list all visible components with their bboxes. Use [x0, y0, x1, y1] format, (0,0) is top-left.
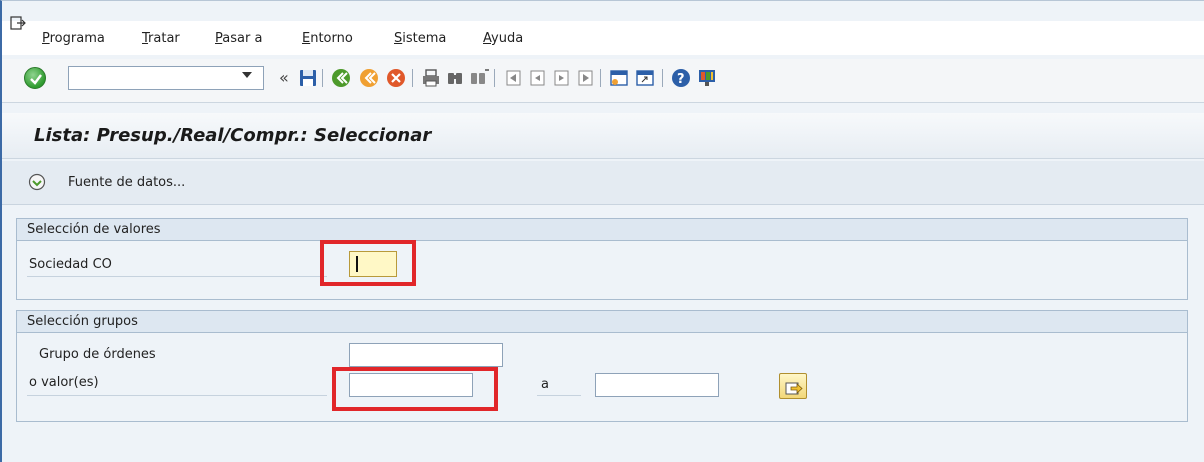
multiple-selection-icon — [785, 382, 803, 395]
svg-text:«: « — [279, 68, 289, 87]
group-seleccion-valores: Selección de valores Sociedad CO — [16, 218, 1188, 300]
toolbar-separator — [412, 69, 413, 87]
shortcut-icon[interactable] — [634, 67, 656, 89]
multiple-selection-button[interactable] — [779, 373, 807, 399]
menu-pasar-a[interactable]: Pasar a — [215, 31, 262, 46]
prev-page-icon[interactable] — [526, 67, 548, 89]
command-field[interactable] — [68, 66, 264, 90]
help-icon[interactable]: ? — [670, 67, 692, 89]
next-page-icon[interactable] — [550, 67, 572, 89]
page-title: Lista: Presup./Real/Compr.: Seleccionar — [34, 125, 432, 146]
grupo-ordenes-input[interactable] — [349, 343, 503, 367]
datasource-button[interactable]: Fuente de datos... — [68, 175, 185, 190]
cancel-icon[interactable] — [385, 67, 407, 89]
sap-window: Programa Tratar Pasar a Entorno Sistema … — [0, 0, 1204, 462]
menu-entorno[interactable]: Entorno — [302, 31, 353, 46]
toolbar-separator — [662, 69, 663, 87]
highlight-box — [320, 240, 416, 286]
find-icon[interactable] — [444, 67, 466, 89]
label-underline — [27, 276, 327, 277]
title-bar: Lista: Presup./Real/Compr.: Seleccionar — [2, 113, 1204, 159]
toolbar-separator — [600, 69, 601, 87]
highlight-box — [332, 367, 498, 411]
back-icon[interactable] — [330, 67, 352, 89]
exit-icon[interactable] — [358, 67, 380, 89]
menu-bar: Programa Tratar Pasar a Entorno Sistema … — [2, 16, 1204, 55]
label-underline — [27, 395, 327, 396]
print-icon[interactable] — [420, 67, 442, 89]
valor-to-input[interactable] — [595, 373, 719, 397]
menu-exit-icon[interactable] — [10, 15, 26, 31]
toolbar-separator — [322, 69, 323, 87]
standard-toolbar: « ? — [2, 59, 1204, 103]
execute-datasource-icon[interactable] — [28, 173, 46, 191]
layout-icon[interactable] — [696, 67, 718, 89]
last-page-icon[interactable] — [574, 67, 596, 89]
enter-icon[interactable] — [24, 67, 46, 89]
chevron-down-icon[interactable] — [242, 72, 252, 78]
valores-label: o valor(es) — [29, 375, 99, 390]
group-seleccion-grupos: Selección grupos Grupo de órdenes o valo… — [16, 310, 1188, 422]
label-underline — [537, 395, 581, 396]
group-header: Selección grupos — [17, 311, 1187, 333]
menu-programa[interactable]: Programa — [42, 31, 105, 46]
new-session-icon[interactable] — [608, 67, 630, 89]
application-toolbar: Fuente de datos... — [2, 161, 1204, 205]
double-left-arrow-icon[interactable]: « — [276, 67, 298, 89]
sociedad-co-label: Sociedad CO — [29, 257, 112, 272]
group-header: Selección de valores — [17, 219, 1187, 241]
toolbar-separator — [494, 69, 495, 87]
grupo-ordenes-label: Grupo de órdenes — [39, 347, 156, 362]
first-page-icon[interactable] — [502, 67, 524, 89]
menu-tratar[interactable]: Tratar — [142, 31, 180, 46]
menu-sistema[interactable]: Sistema — [394, 31, 446, 46]
save-icon[interactable] — [297, 67, 319, 89]
svg-text:?: ? — [677, 72, 685, 87]
to-label: a — [541, 377, 549, 392]
menu-ayuda[interactable]: Ayuda — [483, 31, 523, 46]
find-next-icon[interactable] — [468, 67, 490, 89]
